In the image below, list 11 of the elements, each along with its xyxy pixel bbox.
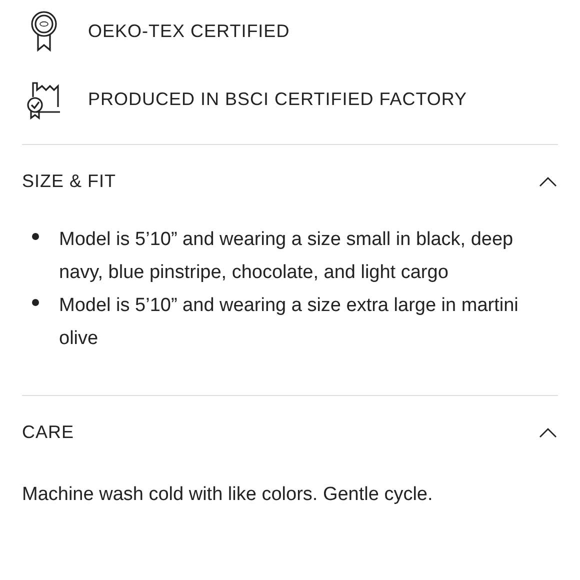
bullet-text: Model is 5’10” and wearing a size extra large in martini olive [59,294,520,351]
bullet-icon [32,299,39,306]
bullet-icon [32,233,39,240]
certification-label: OEKO-TEX CERTIFIED [88,20,290,42]
section-title[interactable]: SIZE & FIT [22,171,116,192]
care-text: Machine wash cold with like colors. Gentle cycle. [22,483,434,507]
bullet-text: Model is 5’10” and wearing a size small in black, deep navy, blue pinstripe, chocolate, and light cargo [59,228,514,285]
section-title[interactable]: CARE [22,422,74,443]
certification-label: PRODUCED IN BSCI CERTIFIED FACTORY [88,88,468,110]
chevron-up-icon[interactable] [539,428,557,438]
chevron-up-icon[interactable] [539,176,557,186]
